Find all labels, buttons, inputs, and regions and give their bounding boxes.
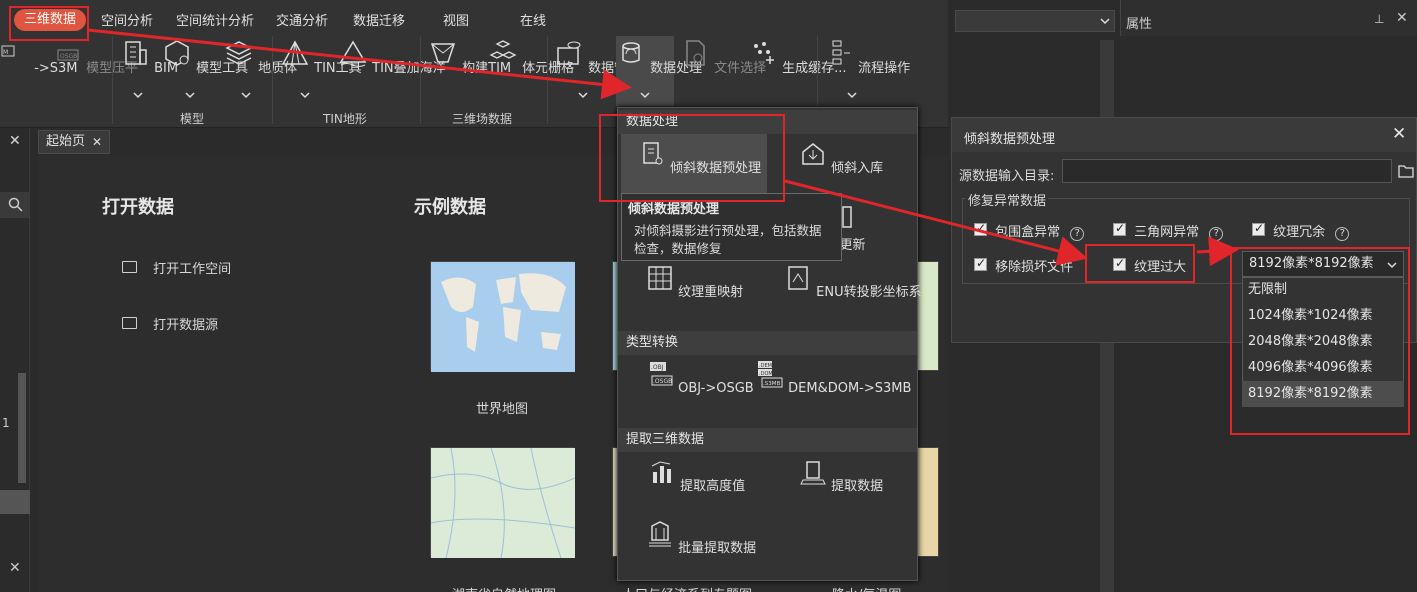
arrow-line	[1196, 236, 1239, 267]
arrow-line	[87, 28, 632, 100]
arrow-line	[784, 179, 1088, 266]
annotation-arrows	[87, 28, 1239, 267]
